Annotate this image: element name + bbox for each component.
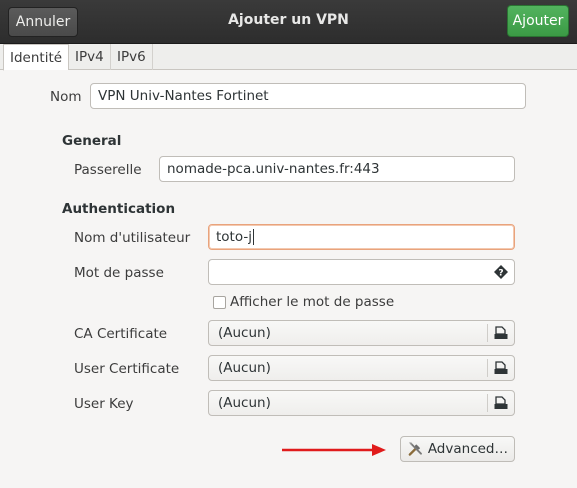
password-label: Mot de passe — [74, 265, 164, 281]
ca-certificate-chooser[interactable]: (Aucun) — [208, 320, 515, 346]
advanced-button-label: Advanced… — [427, 441, 508, 457]
password-field[interactable]: ? — [208, 259, 515, 285]
header-bar: Annuler Ajouter un VPN Ajouter — [0, 0, 577, 44]
text-cursor — [252, 229, 254, 245]
user-certificate-chooser[interactable]: (Aucun) — [208, 355, 515, 381]
tab-ipv4[interactable]: IPv4 — [69, 44, 111, 70]
tab-bar: Identité IPv4 IPv6 — [0, 44, 577, 71]
file-chooser-icon — [494, 396, 508, 409]
gateway-field[interactable]: nomade-pca.univ-nantes.fr:443 — [159, 156, 515, 182]
ca-certificate-label: CA Certificate — [74, 326, 168, 342]
username-value: toto-j — [216, 229, 252, 245]
username-label: Nom d'utilisateur — [74, 230, 191, 246]
separator — [487, 394, 488, 412]
gateway-label: Passerelle — [74, 162, 142, 178]
tools-icon — [408, 442, 422, 456]
user-certificate-label: User Certificate — [74, 361, 180, 377]
name-label: Nom — [50, 89, 82, 105]
authentication-heading: Authentication — [62, 201, 176, 217]
tab-content: Nom VPN Univ-Nantes Fortinet General Pas… — [0, 70, 577, 488]
show-password-label[interactable]: Afficher le mot de passe — [230, 294, 394, 310]
file-chooser-icon — [494, 326, 508, 339]
svg-text:?: ? — [498, 269, 503, 279]
ca-certificate-value: (Aucun) — [218, 325, 271, 341]
show-password-checkbox[interactable] — [213, 296, 226, 309]
tab-ipv6[interactable]: IPv6 — [111, 44, 153, 70]
user-certificate-value: (Aucun) — [218, 360, 271, 376]
username-field[interactable]: toto-j — [208, 224, 515, 250]
dialog-title: Ajouter un VPN — [228, 12, 349, 28]
user-key-chooser[interactable]: (Aucun) — [208, 390, 515, 416]
general-heading: General — [62, 133, 122, 149]
advanced-button[interactable]: Advanced… — [400, 436, 515, 462]
user-key-value: (Aucun) — [218, 395, 271, 411]
separator — [487, 324, 488, 342]
user-key-label: User Key — [74, 396, 134, 412]
file-chooser-icon — [494, 361, 508, 374]
name-field[interactable]: VPN Univ-Nantes Fortinet — [90, 83, 526, 109]
add-button[interactable]: Ajouter — [507, 5, 569, 37]
annotation-arrow-icon — [282, 444, 386, 456]
tab-identity[interactable]: Identité — [3, 44, 70, 71]
separator — [487, 359, 488, 377]
identity-panel: Nom VPN Univ-Nantes Fortinet General Pas… — [4, 70, 577, 488]
password-storage-icon[interactable]: ? — [493, 264, 509, 280]
